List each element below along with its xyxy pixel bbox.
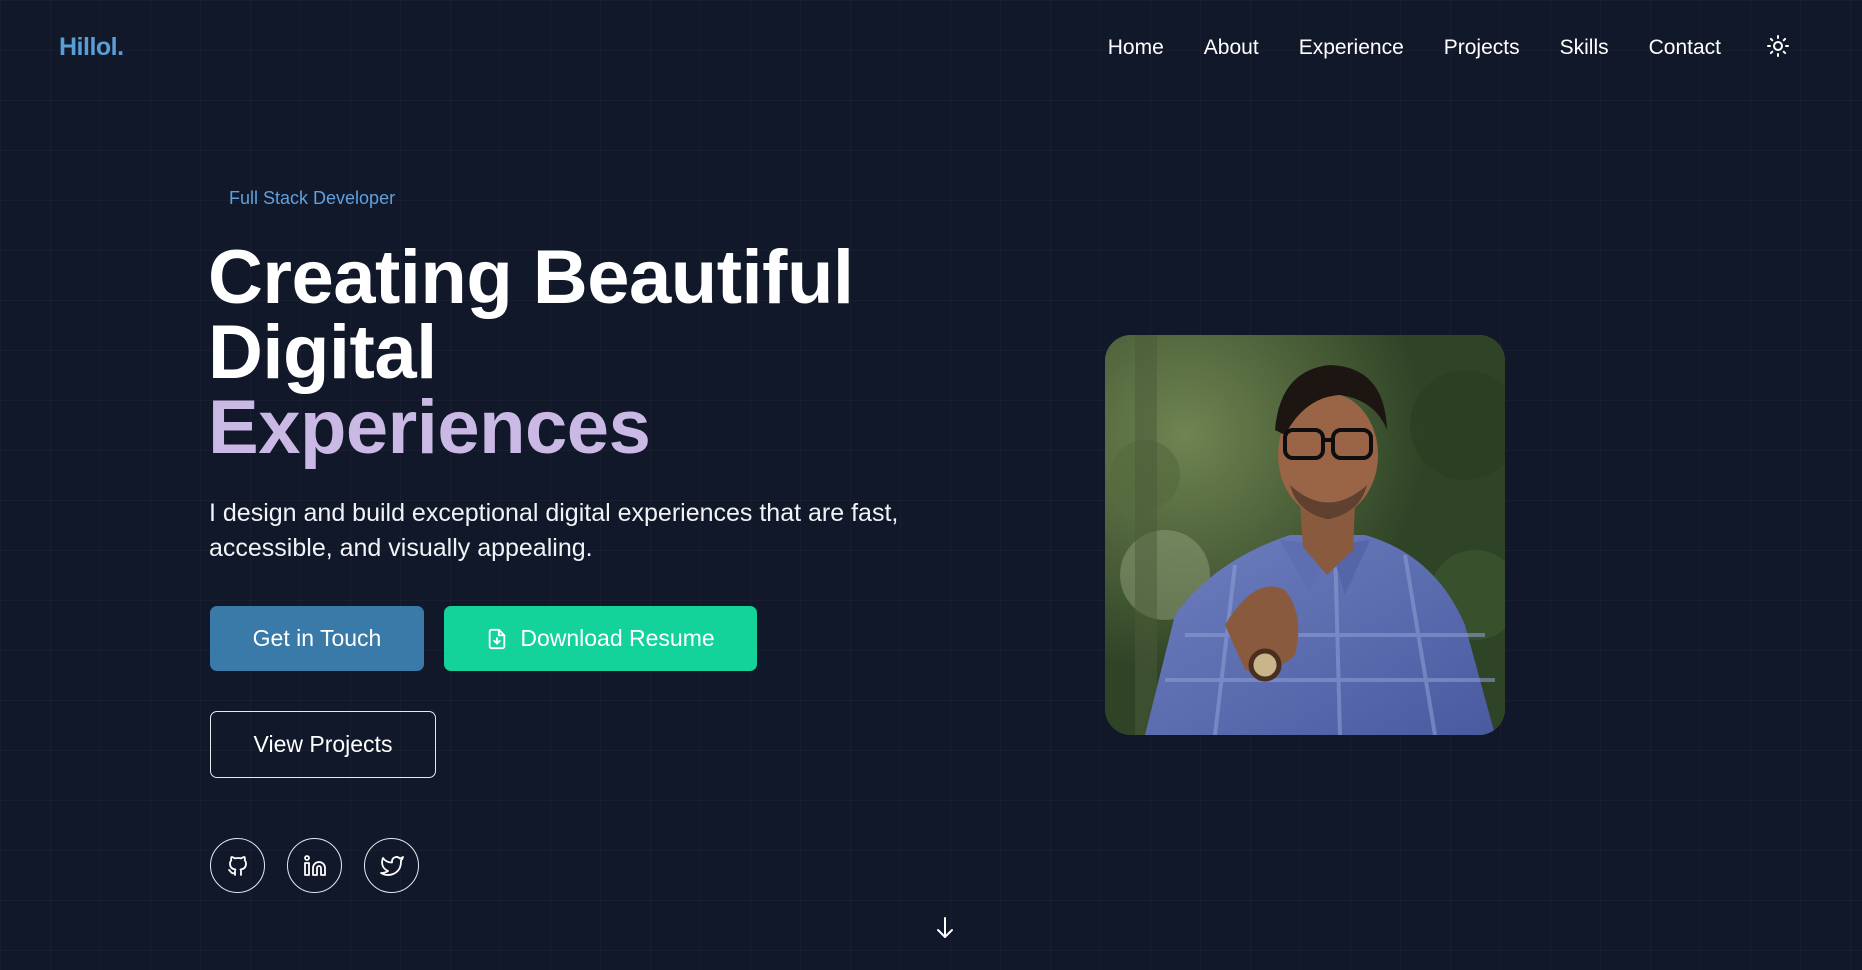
view-projects-label: View Projects [253, 731, 393, 757]
view-projects-button[interactable]: View Projects [210, 711, 436, 778]
arrow-down-icon [937, 917, 953, 938]
headline-line-1: Creating Beautiful [208, 235, 854, 320]
sun-icon [1767, 35, 1789, 57]
github-link[interactable] [210, 838, 265, 893]
github-icon [227, 855, 247, 876]
get-in-touch-button[interactable]: Get in Touch [210, 606, 424, 671]
nav-link-home[interactable]: Home [1108, 36, 1164, 60]
download-resume-button[interactable]: Download Resume [444, 606, 757, 671]
logo[interactable]: Hillol. [59, 33, 124, 62]
nav-link-skills[interactable]: Skills [1560, 36, 1609, 60]
theme-toggle-button[interactable] [1764, 32, 1792, 60]
profile-photo-illustration [1105, 335, 1505, 735]
headline-line-2: Digital [208, 310, 437, 395]
linkedin-link[interactable] [287, 838, 342, 893]
download-resume-label: Download Resume [520, 625, 715, 651]
headline-accent: Experiences [208, 385, 651, 470]
navbar: Hillol. Home About Experience Projects S… [0, 0, 1862, 96]
file-download-icon [489, 628, 506, 649]
page: Hillol. Home About Experience Projects S… [0, 0, 1862, 970]
scroll-down-button[interactable] [933, 915, 957, 941]
get-in-touch-label: Get in Touch [252, 625, 382, 651]
twitter-icon [379, 855, 404, 876]
twitter-link[interactable] [364, 838, 419, 893]
hero-headline: Creating Beautiful Digital Experiences [208, 235, 854, 470]
nav-link-contact[interactable]: Contact [1649, 36, 1721, 60]
profile-photo [1105, 335, 1505, 735]
nav-link-experience[interactable]: Experience [1299, 36, 1404, 60]
hero-subtitle: I design and build exceptional digital e… [209, 499, 899, 562]
linkedin-icon [303, 854, 326, 876]
role-eyebrow: Full Stack Developer [229, 188, 396, 208]
nav-link-about[interactable]: About [1204, 36, 1259, 60]
nav-links: Home About Experience Projects Skills Co… [1068, 36, 1721, 60]
nav-link-projects[interactable]: Projects [1444, 36, 1520, 60]
